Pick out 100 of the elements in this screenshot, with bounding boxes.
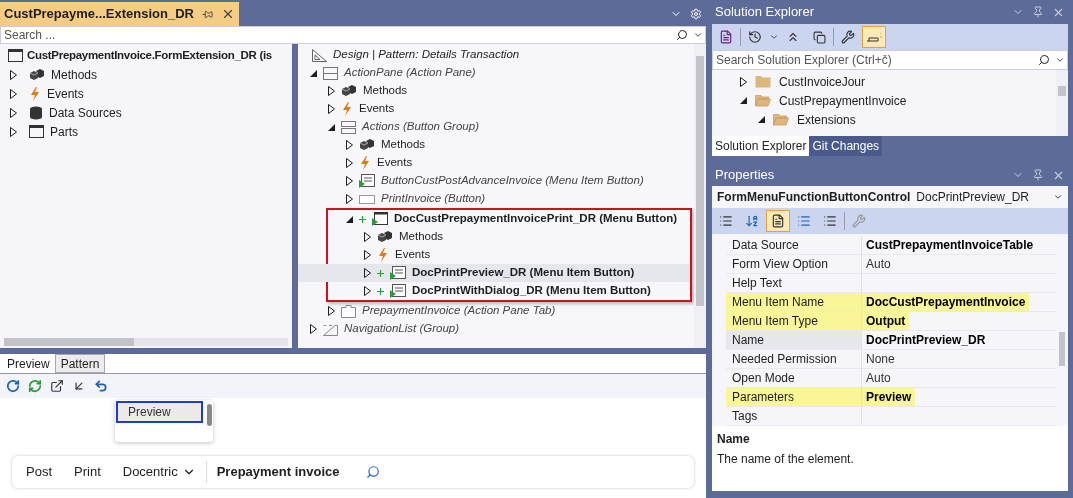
property-value[interactable]: Auto — [862, 369, 895, 387]
design-root-label[interactable]: Design | Pattern: Details Transaction — [333, 46, 520, 64]
action-button[interactable]: Print — [74, 462, 101, 482]
panel-tab[interactable]: Git Changes — [809, 136, 883, 156]
pop-out-icon[interactable] — [50, 379, 64, 393]
pin-icon[interactable] — [1032, 169, 1044, 181]
vertical-scrollbar[interactable] — [1056, 70, 1068, 136]
tree-item[interactable]: PrepaymentInvoice (Action Pane Tab) — [298, 302, 694, 320]
property-name[interactable]: Menu Item Name — [726, 293, 862, 311]
tree-item[interactable]: NavigationList (Group) — [298, 320, 694, 338]
menu-item[interactable]: Preview — [116, 401, 203, 423]
document-tab[interactable]: CustPrepayme...Extension_DR — [0, 2, 239, 26]
expanded-arrow-icon[interactable] — [346, 215, 353, 223]
close-icon[interactable] — [221, 7, 235, 21]
property-name[interactable]: Parameters — [726, 388, 862, 406]
property-value[interactable]: DocCustPrepaymentInvoice — [862, 293, 1030, 311]
property-name[interactable]: Tags — [726, 407, 862, 425]
property-value[interactable]: Output — [862, 312, 910, 330]
properties-icon[interactable] — [766, 210, 790, 232]
tree-item[interactable]: Data Sources — [0, 103, 292, 122]
collapsed-arrow-icon[interactable] — [364, 250, 371, 260]
object-selector[interactable]: FormMenuFunctionButtonControl DocPrintPreview_DR — [712, 186, 1068, 208]
collapsed-arrow-icon[interactable] — [740, 76, 747, 87]
tree-item[interactable]: DocPrintWithDialog_DR (Menu Item Button) — [298, 282, 690, 300]
collapsed-arrow-icon[interactable] — [346, 176, 353, 186]
search-input[interactable]: Search Solution Explorer (Ctrl+č) — [713, 51, 1035, 69]
solution-tree-item[interactable]: Extensions — [712, 110, 1056, 129]
property-name[interactable]: Help Text — [726, 274, 862, 292]
collapsed-arrow-icon[interactable] — [10, 88, 17, 99]
property-value[interactable]: DocPrintPreview_DR — [862, 331, 990, 349]
tree-item[interactable]: Actions (Button Group) — [298, 118, 694, 136]
tree-item[interactable]: Methods — [0, 65, 292, 84]
panel-tab[interactable]: Solution Explorer — [712, 136, 810, 156]
solution-tree-label: CustPrepaymentInvoice — [779, 92, 907, 110]
solution-tree-item[interactable]: CustPrepaymentInvoice — [712, 91, 1056, 110]
tree-item[interactable]: DocPrintPreview_DR (Menu Item Button) — [298, 264, 690, 282]
tree-root-label[interactable]: CustPrepaymentInvoice.FormExtension_DR (is — [27, 46, 272, 65]
collapsed-arrow-icon[interactable] — [328, 86, 335, 96]
collapsed-arrow-icon[interactable] — [346, 158, 353, 168]
action-button[interactable]: Post — [26, 462, 52, 482]
dropdown-icon[interactable] — [693, 30, 703, 40]
property-name[interactable]: Data Source — [726, 236, 862, 254]
tree-item[interactable]: Methods — [298, 228, 690, 246]
property-name[interactable]: Needed Permission — [726, 350, 862, 368]
undo-icon[interactable] — [94, 379, 108, 393]
pin-icon[interactable] — [1032, 6, 1044, 18]
pin-icon[interactable] — [202, 8, 213, 20]
property-name[interactable]: Name — [726, 331, 862, 349]
collapsed-arrow-icon[interactable] — [364, 286, 371, 296]
horizontal-scrollbar[interactable] — [4, 338, 288, 346]
collapsed-arrow-icon[interactable] — [346, 140, 353, 150]
tree-item[interactable]: DocCustPrepaymentInvoicePrint_DR (Menu Button) — [298, 210, 690, 228]
expanded-arrow-icon[interactable] — [740, 97, 747, 104]
tree-item[interactable]: Methods — [298, 82, 694, 100]
tree-item[interactable]: ButtonCustPostAdvanceInvoice (Menu Item Button) — [298, 172, 694, 190]
window-icon — [8, 49, 23, 62]
tree-item[interactable]: Parts — [0, 122, 292, 141]
panel-tab[interactable]: Pattern — [54, 354, 106, 373]
dropdown-icon[interactable] — [769, 32, 779, 42]
collapsed-arrow-icon[interactable] — [10, 69, 17, 80]
property-value[interactable]: Preview — [862, 388, 916, 406]
tree-item[interactable]: Methods — [298, 136, 694, 154]
search-icon[interactable] — [1038, 54, 1050, 66]
property-value[interactable]: CustPrepaymentInvoiceTable — [862, 236, 1038, 254]
menu-button[interactable]: Docentric — [122, 462, 196, 482]
property-name[interactable]: Form View Option — [726, 255, 862, 273]
search-icon[interactable] — [676, 29, 688, 41]
property-name[interactable]: Menu Item Type — [726, 312, 862, 330]
collapsed-arrow-icon[interactable] — [364, 268, 371, 278]
property-name[interactable]: Open Mode — [726, 369, 862, 387]
collapsed-arrow-icon[interactable] — [310, 324, 317, 334]
property-value[interactable]: None — [862, 350, 899, 368]
tree-item[interactable]: PrintInvoice (Button) — [298, 190, 694, 208]
expanded-arrow-icon[interactable] — [758, 116, 765, 123]
database-icon — [29, 105, 43, 120]
vertical-scrollbar[interactable] — [694, 44, 706, 348]
collapsed-arrow-icon[interactable] — [346, 194, 353, 204]
tree-item[interactable]: Events — [0, 84, 292, 103]
refresh-all-icon[interactable] — [28, 379, 42, 393]
dropdown-icon[interactable] — [1055, 55, 1065, 65]
collapsed-arrow-icon[interactable] — [364, 232, 371, 242]
tree-item-label: ButtonCustPostAdvanceInvoice (Menu Item Button) — [381, 173, 644, 189]
solution-tree-item[interactable]: CustInvoiceJour — [712, 72, 1056, 91]
tree-item[interactable]: Events — [298, 246, 690, 264]
menu-scrollbar[interactable] — [207, 404, 212, 426]
tree-item[interactable]: Events — [298, 154, 694, 172]
search-icon[interactable] — [365, 465, 380, 479]
tree-item[interactable]: Events — [298, 100, 694, 118]
property-value[interactable]: Auto — [862, 255, 895, 273]
collapsed-arrow-icon[interactable] — [10, 126, 17, 137]
collapsed-arrow-icon[interactable] — [328, 306, 335, 316]
refresh-icon[interactable] — [6, 379, 20, 393]
tree-item[interactable]: ActionPane (Action Pane) — [298, 64, 694, 82]
collapsed-arrow-icon[interactable] — [10, 107, 17, 118]
collapsed-arrow-icon[interactable] — [328, 104, 335, 114]
expanded-arrow-icon[interactable] — [328, 123, 335, 131]
search-field[interactable]: Search Solution Explorer (Ctrl+č) — [712, 50, 1068, 70]
tree-item-label: Events — [359, 101, 395, 117]
expanded-arrow-icon[interactable] — [310, 69, 317, 77]
settings-icon[interactable] — [690, 8, 702, 20]
